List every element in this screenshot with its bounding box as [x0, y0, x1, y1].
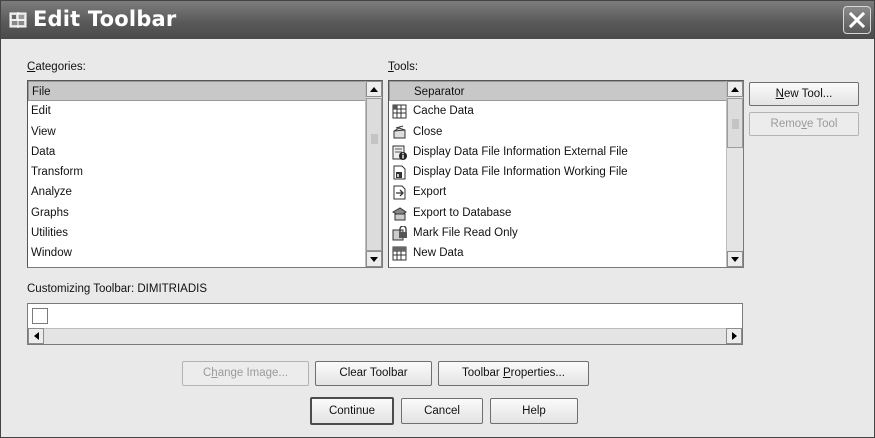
- category-item[interactable]: Data: [28, 142, 366, 162]
- new-tool-button[interactable]: New Tool...: [749, 82, 859, 106]
- category-item[interactable]: Analyze: [28, 182, 366, 202]
- tool-item-label: Display Data File Information External F…: [413, 145, 628, 158]
- tool-item[interactable]: Mark File Read Only: [389, 223, 727, 243]
- tool-item[interactable]: Separator: [389, 81, 727, 102]
- toolbar-properties-button[interactable]: Toolbar Properties...: [438, 361, 589, 386]
- scroll-down-button[interactable]: [366, 251, 382, 267]
- category-item[interactable]: View: [28, 122, 366, 142]
- toolbar-preview-hscrollbar[interactable]: [28, 328, 742, 344]
- tool-item-label: Cache Data: [413, 105, 474, 118]
- tool-item[interactable]: Display Data File Information External F…: [389, 142, 727, 162]
- category-item[interactable]: Transform: [28, 162, 366, 182]
- arrow-right-icon: [731, 332, 737, 340]
- category-item[interactable]: Utilities: [28, 223, 366, 243]
- category-item[interactable]: File: [28, 81, 366, 102]
- scroll-thumb[interactable]: [727, 98, 743, 148]
- continue-button[interactable]: Continue: [310, 397, 394, 425]
- data-file-info-working-icon: [393, 165, 406, 180]
- arrow-down-icon: [731, 256, 739, 262]
- arrow-left-icon: [33, 332, 39, 340]
- cache-data-icon: [392, 104, 407, 119]
- tools-list[interactable]: Separator Cache Data Close Display Data Fil…: [388, 80, 744, 268]
- tool-item[interactable]: Close: [389, 122, 727, 142]
- tools-scrollbar[interactable]: [726, 81, 743, 267]
- category-item[interactable]: Window: [28, 243, 366, 263]
- toolbar-edit-icon: [9, 12, 27, 28]
- tool-item[interactable]: Cache Data: [389, 101, 727, 121]
- categories-list[interactable]: File Edit View Data Transform Analyze Graphs Ut…: [27, 80, 383, 268]
- scroll-up-button[interactable]: [366, 81, 382, 97]
- new-data-icon: [392, 246, 407, 261]
- tool-item-label: Close: [413, 125, 443, 138]
- tool-item[interactable]: New Data: [389, 243, 727, 263]
- arrow-down-icon: [370, 256, 378, 262]
- help-button[interactable]: Help: [490, 398, 578, 424]
- categories-label: Categories:: [27, 61, 86, 73]
- read-only-icon: [392, 226, 407, 241]
- tool-item-label: Export to Database: [413, 206, 512, 219]
- tool-item-label: New Data: [413, 247, 464, 260]
- close-x-icon: [848, 11, 866, 29]
- tool-item[interactable]: Export: [389, 182, 727, 202]
- dialog-title: Edit Toolbar: [33, 7, 177, 31]
- tool-item[interactable]: Display Data File Information Working Fi…: [389, 162, 727, 182]
- arrow-up-icon: [731, 86, 739, 92]
- tool-item-label: Display Data File Information Working Fi…: [413, 166, 628, 179]
- edit-toolbar-dialog: Edit Toolbar Categories: File Edit View Dat…: [0, 0, 875, 438]
- arrow-up-icon: [370, 86, 378, 92]
- grip-icon: [732, 119, 739, 129]
- categories-scrollbar[interactable]: [365, 81, 382, 267]
- change-image-button[interactable]: Change Image...: [182, 361, 309, 386]
- tool-item-label: Export: [413, 186, 447, 199]
- customizing-toolbar-label: Customizing Toolbar: DIMITRIADIS: [27, 283, 208, 295]
- category-item[interactable]: Edit: [28, 101, 366, 121]
- scroll-thumb[interactable]: [366, 98, 382, 251]
- remove-tool-button[interactable]: Remove Tool: [749, 112, 859, 136]
- title-bar[interactable]: Edit Toolbar: [1, 1, 874, 39]
- close-file-icon: [393, 125, 406, 139]
- grip-icon: [371, 134, 378, 144]
- cancel-button[interactable]: Cancel: [401, 398, 483, 424]
- scroll-up-button[interactable]: [727, 81, 743, 97]
- scroll-left-button[interactable]: [28, 328, 44, 344]
- clear-toolbar-button[interactable]: Clear Toolbar: [315, 361, 432, 386]
- empty-tool-slot-icon[interactable]: [32, 308, 48, 324]
- tool-item[interactable]: Export to Database: [389, 203, 727, 223]
- scroll-down-button[interactable]: [727, 251, 743, 267]
- export-icon: [393, 185, 406, 200]
- category-item[interactable]: Graphs: [28, 203, 366, 223]
- export-database-icon: [392, 207, 407, 221]
- tool-item-label: Separator: [414, 86, 465, 98]
- scroll-right-button[interactable]: [726, 328, 742, 344]
- tool-item-label: Mark File Read Only: [413, 227, 518, 240]
- toolbar-preview[interactable]: [27, 303, 743, 345]
- tools-label: Tools:: [388, 61, 419, 73]
- close-button[interactable]: [843, 6, 871, 34]
- data-file-info-external-icon: [392, 145, 407, 160]
